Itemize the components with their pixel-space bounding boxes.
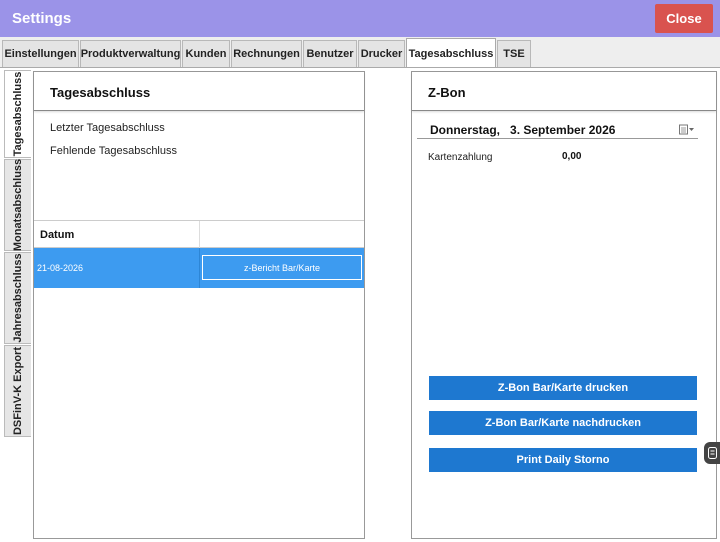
tab-tse[interactable]: TSE (497, 40, 531, 67)
reprint-z-bon-button[interactable]: Z-Bon Bar/Karte nachdrucken (429, 411, 697, 435)
table-row[interactable]: 21-08-2026 z-Bericht Bar/Karte (34, 248, 364, 288)
side-tab-label: Monatsabschluss (12, 158, 24, 252)
window-title: Settings (12, 10, 72, 27)
side-tab-label: DSFinV-K Export (12, 346, 24, 436)
panel-header: Tagesabschluss (34, 72, 364, 111)
panel-title: Z-Bon (428, 85, 466, 100)
table-header: Datum (34, 220, 364, 248)
tab-benutzer[interactable]: Benutzer (303, 40, 357, 67)
column-divider (199, 248, 200, 288)
column-header-datum[interactable]: Datum (40, 229, 74, 241)
print-z-bon-button[interactable]: Z-Bon Bar/Karte drucken (429, 376, 697, 400)
side-tab-label: Tagesabschluss (12, 71, 24, 157)
date-value: Donnerstag, 3. September 2026 (430, 123, 616, 137)
date-picker[interactable]: Donnerstag, 3. September 2026 (417, 120, 698, 139)
last-closing-label: Letzter Tagesabschluss (50, 122, 165, 134)
main-tab-bar: Einstellungen Produktverwaltung Kunden R… (0, 37, 720, 68)
print-daily-storno-button[interactable]: Print Daily Storno (429, 448, 697, 472)
z-bon-panel: Z-Bon Donnerstag, 3. September 2026 Kart… (411, 71, 717, 539)
tab-kunden[interactable]: Kunden (182, 40, 230, 67)
tab-produktverwaltung[interactable]: Produktverwaltung (80, 40, 181, 67)
tab-tagesabschluss[interactable]: Tagesabschluss (406, 38, 496, 68)
card-payment-label: Kartenzahlung (428, 152, 493, 163)
side-tab-jahresabschluss[interactable]: Jahresabschluss (4, 252, 31, 344)
card-payment-value: 0,00 (562, 151, 582, 162)
side-tab-monatsabschluss[interactable]: Monatsabschluss (4, 159, 31, 251)
tab-drucker[interactable]: Drucker (358, 40, 405, 67)
close-button[interactable]: Close (655, 4, 713, 33)
tab-einstellungen[interactable]: Einstellungen (2, 40, 79, 67)
side-tab-label: Jahresabschluss (12, 253, 24, 343)
title-bar: Settings Close (0, 0, 720, 37)
side-tab-tagesabschluss[interactable]: Tagesabschluss (4, 70, 31, 158)
side-tab-dsfinv-k-export[interactable]: DSFinV-K Export (4, 345, 31, 437)
missing-closing-label: Fehlende Tagesabschluss (50, 145, 177, 157)
panel-title: Tagesabschluss (50, 85, 151, 100)
calendar-icon[interactable] (679, 124, 695, 135)
panel-toggle-icon (708, 447, 717, 459)
row-date: 21-08-2026 (37, 263, 84, 273)
z-report-button[interactable]: z-Bericht Bar/Karte (202, 255, 362, 280)
tab-rechnungen[interactable]: Rechnungen (231, 40, 302, 67)
tagesabschluss-panel: Tagesabschluss Letzter Tagesabschluss Fe… (33, 71, 365, 539)
side-panel-handle[interactable] (704, 442, 720, 464)
column-divider (199, 221, 200, 248)
panel-header: Z-Bon (412, 72, 716, 111)
